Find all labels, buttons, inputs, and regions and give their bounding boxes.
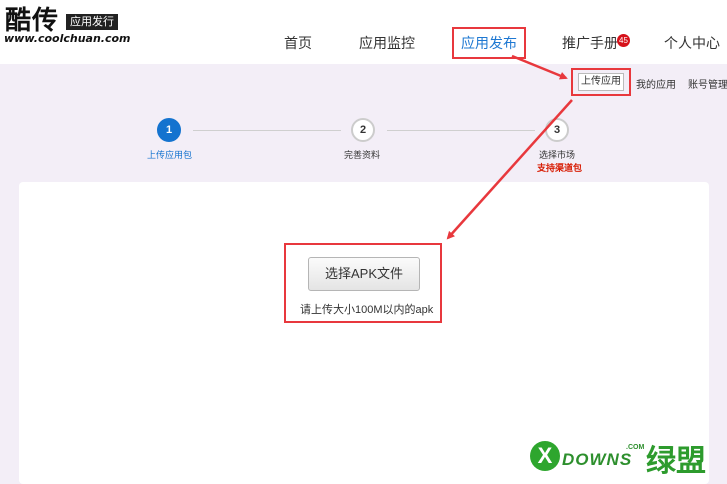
logo-url: www.coolchuan.com: [4, 32, 131, 45]
step-2-indicator: 2: [351, 118, 375, 142]
subnav-my-apps[interactable]: 我的应用: [636, 76, 676, 91]
subnav-upload-app[interactable]: 上传应用: [578, 73, 624, 91]
step-connector: [387, 130, 535, 131]
nav-personal-center[interactable]: 个人中心: [664, 33, 720, 53]
watermark-cn: 绿盟: [646, 444, 706, 479]
channel-package-note: 支持渠道包: [537, 163, 583, 173]
x-logo-icon: X: [530, 441, 560, 471]
upload-app-highlight: 上传应用: [571, 68, 631, 96]
step-1-indicator: 1: [157, 118, 181, 142]
nav-home[interactable]: 首页: [284, 33, 312, 53]
header: 酷传 应用发行 www.coolchuan.com 首页 应用监控 应用发布 推…: [0, 0, 727, 64]
nav-app-publish[interactable]: 应用发布: [452, 27, 526, 59]
watermark-brand: DOWNS: [562, 450, 633, 469]
upload-size-hint: 请上传大小100M以内的apk: [300, 304, 434, 316]
watermark: X DOWNS .COM 绿盟: [520, 436, 720, 480]
step-connector: [193, 130, 341, 131]
logo-tag: 应用发行: [66, 14, 118, 30]
nav-app-monitor[interactable]: 应用监控: [359, 33, 415, 53]
step-1-label: 上传应用包: [147, 150, 193, 160]
manual-count-badge: 45: [617, 34, 630, 47]
main-content: 上传应用 我的应用 账号管理 1 2 3 上传应用包 完善资料 选择市场 支持渠…: [0, 64, 727, 484]
subnav-account-management[interactable]: 账号管理: [688, 76, 727, 91]
step-3-indicator: 3: [545, 118, 569, 142]
step-3-label: 选择市场: [539, 150, 576, 160]
choose-apk-button[interactable]: 选择APK文件: [308, 257, 420, 291]
step-2-label: 完善资料: [344, 150, 381, 160]
watermark-suffix: .COM: [626, 444, 645, 451]
nav-promo-manual[interactable]: 推广手册: [562, 33, 618, 53]
